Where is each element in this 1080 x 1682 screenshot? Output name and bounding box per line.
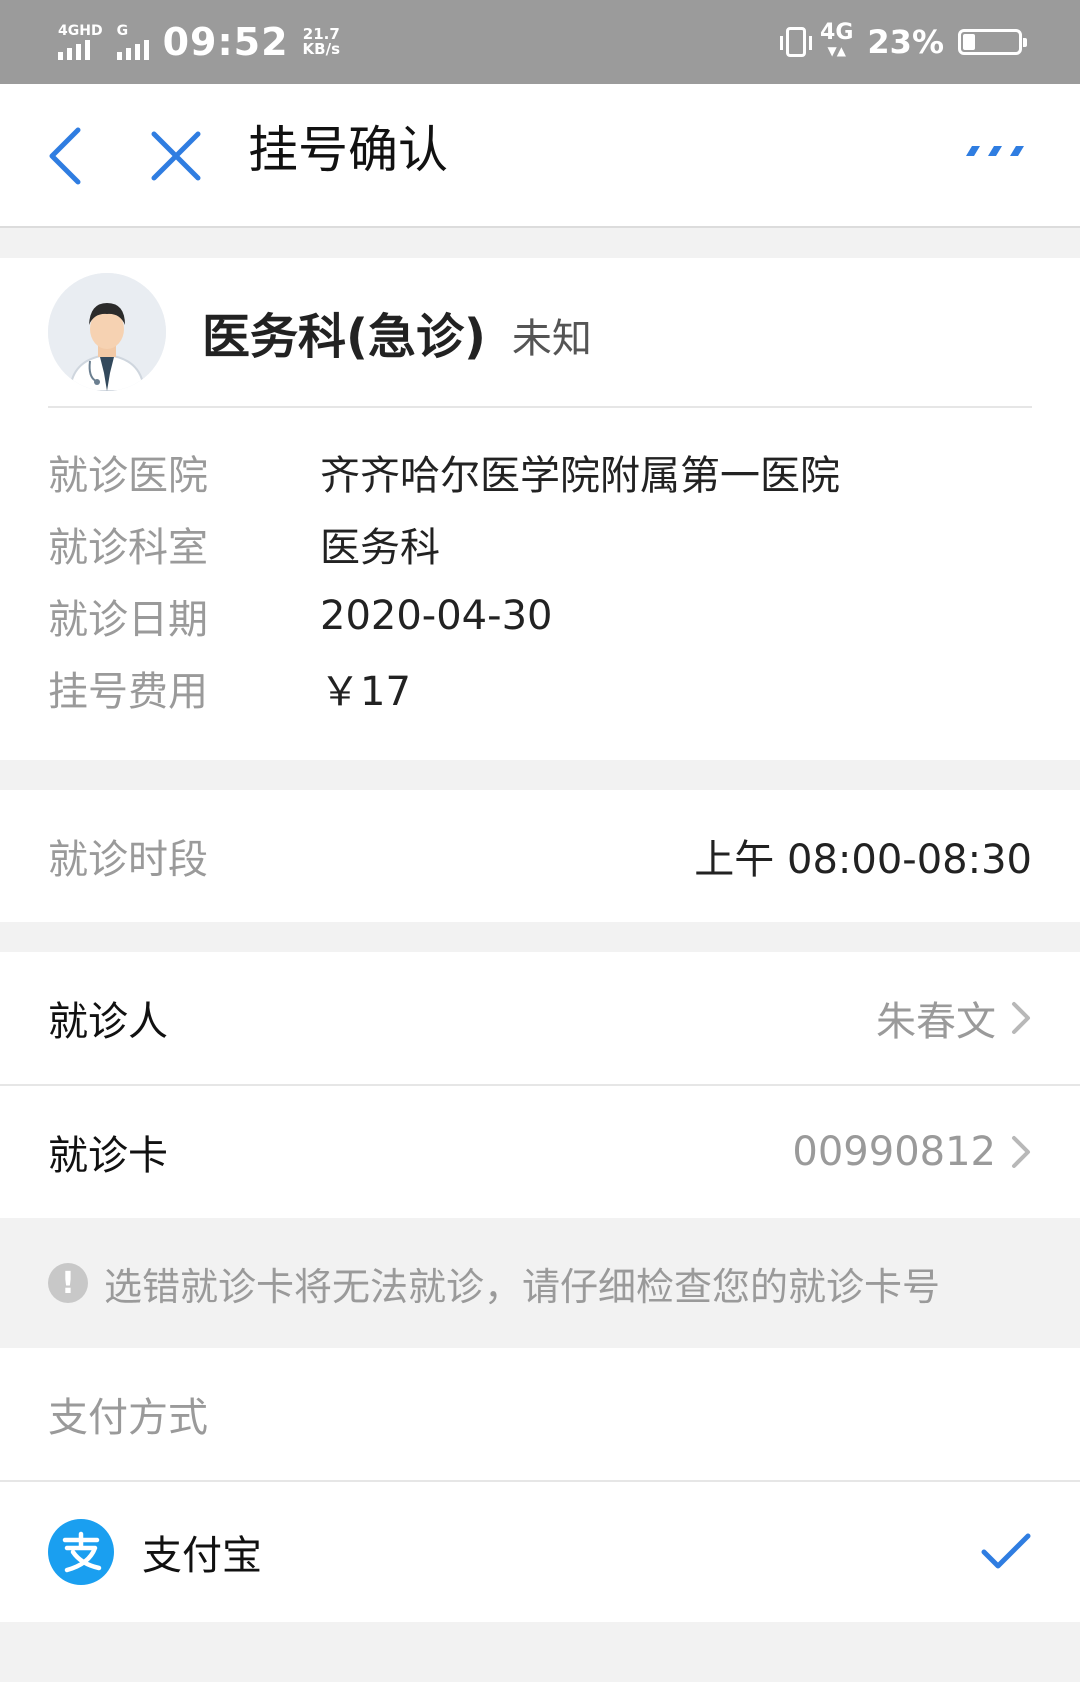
status-time: 09:52 — [162, 20, 289, 64]
chevron-left-icon — [49, 127, 81, 185]
time-slot-label: 就诊时段 — [48, 837, 208, 883]
network-type-label: 4GHD — [58, 23, 103, 39]
info-value: 齐齐哈尔医学院附属第一医院 — [320, 453, 840, 499]
info-row-department: 就诊科室 医务科 — [48, 508, 1032, 580]
info-row-date: 就诊日期 2020-04-30 — [48, 580, 1032, 652]
chevron-right-icon — [1012, 1136, 1030, 1168]
info-value: ￥17 — [320, 669, 411, 715]
battery-percent: 23% — [867, 23, 944, 61]
page-title: 挂号确认 — [248, 121, 448, 179]
info-label: 就诊日期 — [48, 597, 208, 643]
speed-unit: KB/s — [302, 40, 341, 58]
warning-icon: ! — [48, 1263, 88, 1303]
nav-bar: 挂号确认 — [0, 84, 1080, 228]
patient-selector: 朱春文 — [876, 989, 1032, 1047]
alipay-glyph-icon — [62, 1531, 102, 1573]
info-row-fee: 挂号费用 ￥17 — [48, 652, 1032, 724]
spacer — [0, 760, 1080, 790]
close-button[interactable] — [150, 130, 202, 186]
patient-name: 朱春文 — [876, 999, 996, 1045]
battery-icon — [958, 29, 1027, 55]
more-button[interactable] — [962, 140, 1028, 164]
card-warning-notice: ! 选错就诊卡将无法就诊，请仔细检查您的就诊卡号 — [0, 1218, 1080, 1348]
back-button[interactable] — [44, 124, 84, 192]
medical-card-row[interactable]: 就诊卡 00990812 — [0, 1086, 1080, 1218]
registration-info: 就诊医院 齐齐哈尔医学院附属第一医院 就诊科室 医务科 就诊日期 2020-04… — [48, 408, 1032, 760]
info-value: 医务科 — [320, 525, 440, 571]
medical-card-number: 00990812 — [792, 1129, 996, 1175]
doctor-avatar-icon — [48, 273, 166, 391]
doctor-card: 医务科(急诊) 未知 就诊医院 齐齐哈尔医学院附属第一医院 就诊科室 医务科 就… — [0, 258, 1080, 760]
alipay-icon — [48, 1519, 114, 1585]
medical-card-selector: 00990812 — [792, 1129, 1032, 1175]
signal-1: 4GHD — [58, 24, 103, 60]
patient-label: 就诊人 — [48, 999, 168, 1045]
payment-method: 支付宝 — [48, 1519, 262, 1585]
doctor-header: 医务科(急诊) 未知 — [48, 258, 1032, 408]
spacer — [0, 922, 1080, 952]
close-icon — [151, 131, 201, 181]
info-label: 就诊医院 — [48, 453, 208, 499]
time-slot-value: 上午 08:00-08:30 — [694, 837, 1032, 883]
time-slot-row: 就诊时段 上午 08:00-08:30 — [0, 790, 1080, 922]
payment-option-alipay[interactable]: 支付宝 — [0, 1482, 1080, 1622]
network-4g: 4G ▼▲ — [820, 20, 854, 60]
info-row-hospital: 就诊医院 齐齐哈尔医学院附属第一医院 — [48, 436, 1032, 508]
medical-card-label: 就诊卡 — [48, 1133, 168, 1179]
payment-method-label: 支付宝 — [142, 1533, 262, 1579]
chevron-right-icon — [1012, 1002, 1030, 1034]
signal-2: G — [116, 23, 149, 60]
battery-level — [963, 34, 975, 50]
spacer — [0, 228, 1080, 258]
more-icon — [966, 146, 1024, 156]
doctor-avatar — [48, 273, 166, 391]
status-right: 4G ▼▲ 23% — [780, 20, 1027, 61]
signal-bars-icon — [58, 38, 90, 60]
doctor-title: 未知 — [511, 316, 592, 362]
info-label: 挂号费用 — [48, 669, 208, 715]
payment-section-label: 支付方式 — [48, 1395, 208, 1441]
doctor-name: 医务科(急诊) — [202, 309, 486, 365]
info-label: 就诊科室 — [48, 525, 208, 571]
checkmark-icon — [981, 1533, 1031, 1569]
signal-bars-icon — [116, 38, 149, 60]
status-left: 4GHD G 09:52 21.7 KB/s — [58, 20, 340, 64]
status-bar: 4GHD G 09:52 21.7 KB/s 4G ▼▲ 23% — [0, 0, 1080, 84]
network-type-label-2: G — [116, 23, 129, 39]
payment-section-header: 支付方式 — [0, 1348, 1080, 1480]
info-value: 2020-04-30 — [320, 593, 553, 639]
vibrate-icon — [780, 27, 813, 57]
network-4g-label: 4G — [820, 20, 854, 45]
network-speed: 21.7 KB/s — [303, 27, 340, 57]
bottom-spacer — [0, 1622, 1080, 1682]
patient-row[interactable]: 就诊人 朱春文 — [0, 952, 1080, 1084]
notice-text: 选错就诊卡将无法就诊，请仔细检查您的就诊卡号 — [104, 1264, 941, 1309]
